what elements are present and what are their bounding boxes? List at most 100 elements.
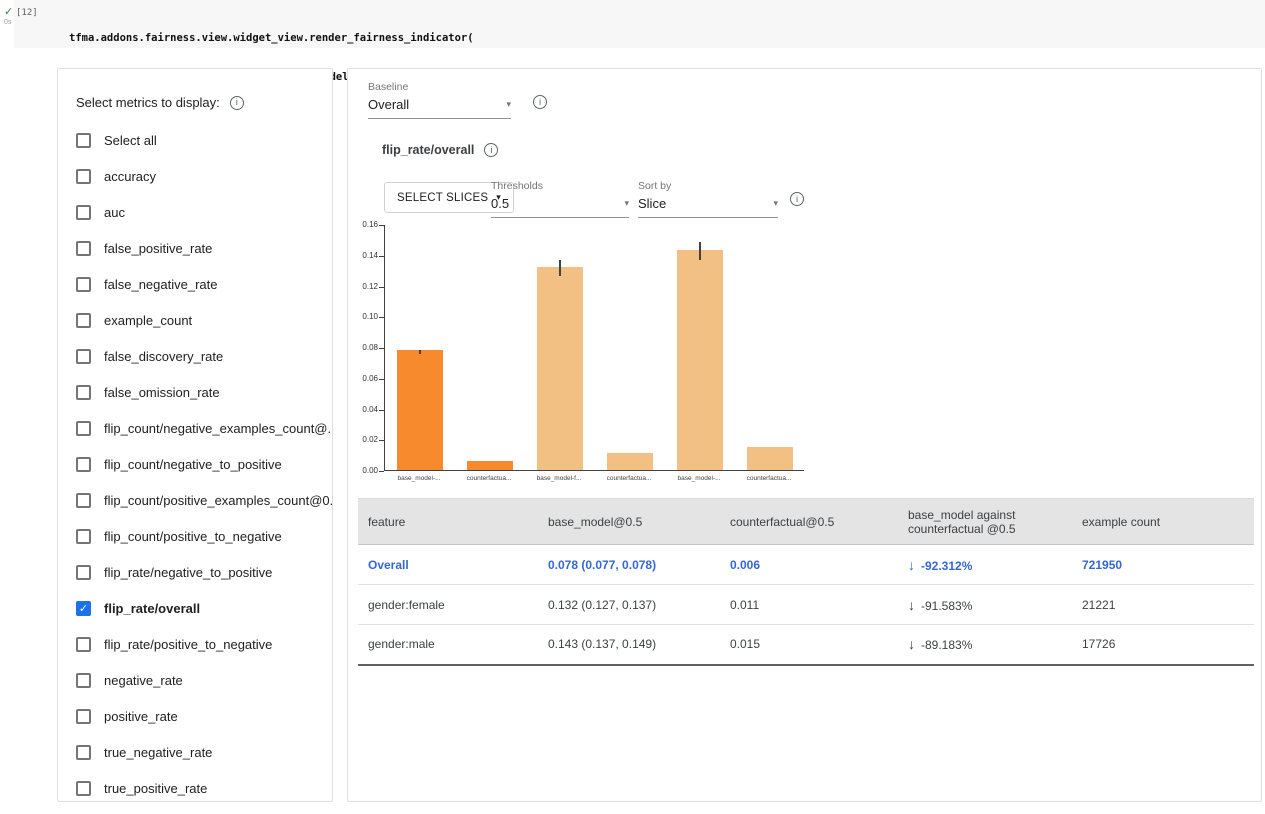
bar[interactable] xyxy=(467,461,513,470)
metric-checkbox-item[interactable]: flip_count/negative_examples_count@... xyxy=(58,410,332,446)
metric-checkbox-item[interactable]: flip_count/positive_to_negative xyxy=(58,518,332,554)
checkbox-icon[interactable] xyxy=(76,529,91,544)
metric-checkbox-item[interactable]: flip_rate/positive_to_negative xyxy=(58,626,332,662)
table-body: Overall0.078 (0.077, 0.078)0.006↓-92.312… xyxy=(358,545,1254,665)
bar[interactable] xyxy=(397,350,443,470)
metric-label: positive_rate xyxy=(104,709,178,724)
checkbox-icon[interactable] xyxy=(76,241,91,256)
metric-label: negative_rate xyxy=(104,673,183,688)
metric-checkbox-item[interactable]: positive_rate xyxy=(58,698,332,734)
baseline-select-value: Overall xyxy=(368,97,409,112)
code-line-1: tfma.addons.fairness.view.widget_view.re… xyxy=(69,32,474,45)
checkbox-icon[interactable] xyxy=(76,421,91,436)
metrics-table: featurebase_model@0.5counterfactual@0.5b… xyxy=(358,498,1254,666)
counterfactual-cell: 0.011 xyxy=(720,585,898,625)
metric-checkbox-item[interactable]: flip_count/negative_to_positive xyxy=(58,446,332,482)
y-axis-tick xyxy=(379,225,384,226)
y-axis-tick-label: 0.00 xyxy=(348,466,378,475)
checkbox-icon[interactable] xyxy=(76,385,91,400)
checkbox-icon[interactable] xyxy=(76,349,91,364)
metric-checkbox-item[interactable]: ✓ flip_rate/overall xyxy=(58,590,332,626)
metric-checkbox-item[interactable]: false_negative_rate xyxy=(58,266,332,302)
controls-info-icon[interactable]: i xyxy=(790,192,804,206)
checkbox-icon[interactable] xyxy=(76,313,91,328)
checkbox-icon[interactable] xyxy=(76,781,91,796)
feature-cell: gender:female xyxy=(358,585,538,625)
baseline-select-label: Baseline xyxy=(368,81,511,93)
metrics-panel-header: Select metrics to display: i xyxy=(58,69,332,122)
checkbox-icon[interactable] xyxy=(76,493,91,508)
base-model-cell: 0.132 (0.127, 0.137) xyxy=(538,585,720,625)
metric-checkbox-item[interactable]: accuracy xyxy=(58,158,332,194)
notebook-code-cell: tfma.addons.fairness.view.widget_view.re… xyxy=(14,0,1265,48)
metric-checkbox-item[interactable]: flip_count/positive_examples_count@0... xyxy=(58,482,332,518)
metric-title: flip_rate/overall xyxy=(382,143,474,157)
arrow-down-icon: ↓ xyxy=(908,636,915,652)
arrow-down-icon: ↓ xyxy=(908,597,915,613)
bar[interactable] xyxy=(747,447,793,470)
sortby-select[interactable]: Sort by Slice ▾ xyxy=(638,180,778,218)
metric-checkbox-item[interactable]: true_positive_rate xyxy=(58,770,332,802)
metric-label: Select all xyxy=(104,133,157,148)
counterfactual-cell: 0.006 xyxy=(720,545,898,585)
metric-checkbox-item[interactable]: false_positive_rate xyxy=(58,230,332,266)
metric-checkbox-item[interactable]: false_omission_rate xyxy=(58,374,332,410)
y-axis-tick xyxy=(379,440,384,441)
metric-checkbox-item[interactable]: auc xyxy=(58,194,332,230)
checkbox-icon[interactable] xyxy=(76,565,91,580)
y-axis-tick xyxy=(379,348,384,349)
metric-label: flip_rate/negative_to_positive xyxy=(104,565,272,580)
y-axis-tick-label: 0.06 xyxy=(348,374,378,383)
checkbox-checked-icon[interactable]: ✓ xyxy=(76,601,91,616)
checkbox-icon[interactable] xyxy=(76,637,91,652)
metric-info-icon[interactable]: i xyxy=(484,143,498,157)
cell-success-check-icon: ✓ xyxy=(4,5,13,18)
baseline-info-icon[interactable]: i xyxy=(533,95,547,109)
metric-label: auc xyxy=(104,205,125,220)
checkbox-icon[interactable] xyxy=(76,205,91,220)
checkbox-icon[interactable] xyxy=(76,277,91,292)
metric-label: flip_rate/overall xyxy=(104,601,200,616)
metric-checkbox-item[interactable]: example_count xyxy=(58,302,332,338)
checkbox-icon[interactable] xyxy=(76,745,91,760)
metric-label: true_positive_rate xyxy=(104,781,207,796)
metric-checkbox-item[interactable]: false_discovery_rate xyxy=(58,338,332,374)
checkbox-icon[interactable] xyxy=(76,673,91,688)
chart-plot-area xyxy=(384,225,804,471)
cell-exec-time: 0s xyxy=(4,19,11,26)
metric-checkbox-item[interactable]: true_negative_rate xyxy=(58,734,332,770)
bar[interactable] xyxy=(607,453,653,470)
metric-label: flip_count/positive_examples_count@0... xyxy=(104,493,333,508)
metrics-info-icon[interactable]: i xyxy=(230,96,244,110)
table-row[interactable]: gender:female0.132 (0.127, 0.137)0.011↓-… xyxy=(358,585,1254,625)
bar[interactable] xyxy=(537,267,583,470)
error-bar xyxy=(419,350,421,355)
change-percent: -92.312% xyxy=(921,559,972,573)
example-count-cell: 21221 xyxy=(1072,585,1254,625)
checkbox-icon[interactable] xyxy=(76,133,91,148)
bar[interactable] xyxy=(677,250,723,470)
feature-cell: Overall xyxy=(358,545,538,585)
table-header-cell: base_model against counterfactual @0.5 xyxy=(898,499,1072,545)
metrics-list: Select all accuracy auc false_positive_rate… xyxy=(58,122,332,802)
metrics-panel-title: Select metrics to display: xyxy=(76,95,220,110)
metric-label: false_discovery_rate xyxy=(104,349,223,364)
fairness-indicators-page: tfma.addons.fairness.view.widget_view.re… xyxy=(0,0,1265,814)
table-row[interactable]: gender:male0.143 (0.137, 0.149)0.015↓-89… xyxy=(358,625,1254,665)
metric-checkbox-item[interactable]: Select all xyxy=(58,122,332,158)
feature-cell: gender:male xyxy=(358,625,538,665)
y-axis-tick-label: 0.04 xyxy=(348,405,378,414)
checkbox-icon[interactable] xyxy=(76,169,91,184)
thresholds-select[interactable]: Thresholds 0.5 ▾ xyxy=(491,180,629,218)
change-cell: ↓-89.183% xyxy=(898,625,1072,665)
checkbox-icon[interactable] xyxy=(76,457,91,472)
metric-checkbox-item[interactable]: flip_rate/negative_to_positive xyxy=(58,554,332,590)
metric-label: flip_count/negative_examples_count@... xyxy=(104,421,333,436)
metric-label: example_count xyxy=(104,313,192,328)
checkbox-icon[interactable] xyxy=(76,709,91,724)
change-cell: ↓-91.583% xyxy=(898,585,1072,625)
metric-checkbox-item[interactable]: negative_rate xyxy=(58,662,332,698)
baseline-select[interactable]: Baseline Overall ▾ xyxy=(368,81,511,119)
table-row[interactable]: Overall0.078 (0.077, 0.078)0.006↓-92.312… xyxy=(358,545,1254,585)
x-axis-tick-label: counterfactua... xyxy=(734,475,804,482)
